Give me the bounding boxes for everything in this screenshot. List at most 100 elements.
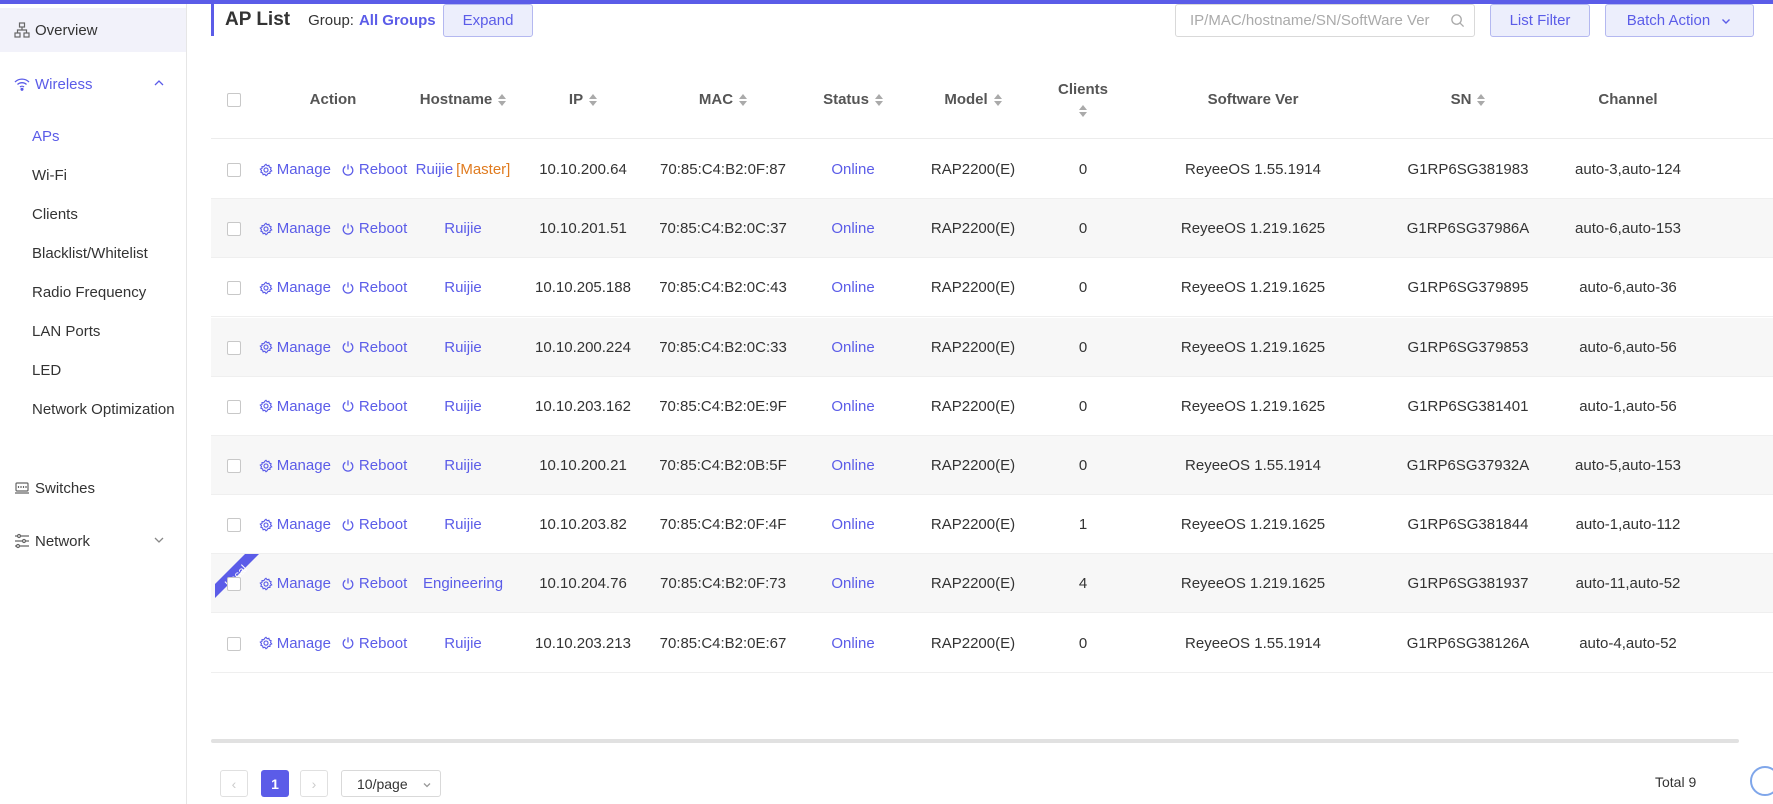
page-size-select[interactable]: 10/page [341,770,441,797]
column-ip[interactable]: IP [523,60,643,139]
column-clients[interactable]: Clients [1043,60,1123,139]
reboot-link[interactable]: Reboot [341,279,407,296]
reboot-link[interactable]: Reboot [341,635,407,652]
gear-icon [259,459,277,473]
table-row: Manage Reboot Ruijie 10.10.203.213 70:85:C4:… [211,614,1773,673]
status-cell: Online [831,516,875,534]
power-icon [341,281,359,295]
expand-button[interactable]: Expand [443,4,533,37]
mac-cell: 70:85:C4:B2:0E:67 [659,634,787,652]
sidebar-item-aps[interactable]: APs [32,121,60,151]
reboot-link[interactable]: Reboot [341,516,407,533]
column-mac[interactable]: MAC [643,60,803,139]
reboot-link[interactable]: Reboot [341,220,407,237]
hostname-link[interactable]: Ruijie [444,635,482,652]
sidebar-item-overview[interactable]: Overview [0,8,186,52]
clients-cell: 0 [1078,397,1088,415]
column-model[interactable]: Model [903,60,1043,139]
manage-link[interactable]: Manage [259,161,331,178]
column-hostname[interactable]: Hostname [403,60,523,139]
reboot-link[interactable]: Reboot [341,339,407,356]
row-checkbox[interactable] [227,399,241,414]
manage-link[interactable]: Manage [259,220,331,237]
sidebar-item-label: Switches [35,479,96,497]
floating-help-button[interactable] [1750,766,1773,796]
clients-cell: 0 [1078,220,1088,238]
gear-icon [259,163,277,177]
row-checkbox[interactable] [227,222,241,237]
hostname-link[interactable]: Ruijie [444,279,482,296]
sidebar-item-blacklist-whitelist[interactable]: Blacklist/Whitelist [32,238,148,268]
manage-link[interactable]: Manage [259,575,331,592]
row-checkbox[interactable] [227,163,241,177]
column-status[interactable]: Status [803,60,903,139]
sn-cell: G1RP6SG37932A [1406,457,1530,474]
hostname-link[interactable]: Ruijie [444,516,482,533]
reboot-link[interactable]: Reboot [341,161,407,178]
search-icon[interactable] [1450,13,1465,28]
clients-cell: 0 [1078,161,1088,178]
horizontal-scrollbar[interactable] [211,739,1739,743]
reboot-link[interactable]: Reboot [341,575,407,592]
row-checkbox[interactable] [227,636,241,651]
sidebar-item-lan-ports[interactable]: LAN Ports [32,316,100,346]
manage-link[interactable]: Manage [259,457,331,474]
row-checkbox[interactable] [227,459,241,473]
row-actions: Manage Reboot [259,140,407,199]
mac-cell: 70:85:C4:B2:0C:33 [659,338,787,356]
page-1-button[interactable]: 1 [261,770,289,797]
channel-cell: auto-6,auto-36 [1579,279,1677,297]
clients-cell: 0 [1078,279,1088,297]
sidebar-item-radio-frequency[interactable]: Radio Frequency [32,277,146,307]
sidebar-item-network[interactable]: Network [0,519,186,563]
column-sn[interactable]: SN [1383,60,1553,139]
row-checkbox[interactable] [227,281,241,296]
sidebar-item-led[interactable]: LED [32,355,61,385]
status-cell: Online [831,397,875,415]
hostname-link[interactable]: Engineering [423,575,503,592]
row-checkbox[interactable] [227,340,241,355]
power-icon [341,518,359,532]
sidebar-item-wireless[interactable]: Wireless [0,62,186,106]
hostname-cell: Ruijie [403,258,523,317]
row-checkbox[interactable] [227,577,241,592]
prev-page-button[interactable]: ‹ [220,770,248,797]
hostname-link[interactable]: Ruijie [444,457,482,474]
manage-link[interactable]: Manage [259,635,331,652]
sidebar-item-switches[interactable]: Switches [0,466,186,510]
table-row: Manage Reboot Ruijie [Master] 10.10.200.64 70… [211,140,1773,199]
row-actions: Manage Reboot [259,554,407,613]
batch-action-button[interactable]: Batch Action [1605,4,1754,37]
hostname-link[interactable]: Ruijie [444,220,482,237]
channel-cell: auto-1,auto-56 [1579,397,1677,415]
master-tag: [Master] [456,161,511,178]
clients-cell: 0 [1078,634,1088,652]
hostname-link[interactable]: Ruijie [416,161,454,178]
manage-link[interactable]: Manage [259,339,331,356]
manage-link[interactable]: Manage [259,398,331,415]
software-ver-cell: ReyeeOS 1.219.1625 [1180,575,1326,593]
batch-action-label: Batch Action [1626,12,1711,29]
sidebar-item-network-optimization[interactable]: Network Optimization [32,394,175,424]
status-cell: Online [831,279,875,297]
select-all-checkbox[interactable] [227,93,241,107]
list-filter-button[interactable]: List Filter [1490,4,1590,37]
hostname-link[interactable]: Ruijie [444,339,482,356]
manage-link[interactable]: Manage [259,279,331,296]
search-input[interactable] [1190,12,1444,29]
mac-cell: 70:85:C4:B2:0C:37 [659,220,787,238]
sidebar-item-wifi[interactable]: Wi-Fi [32,160,67,190]
hostname-link[interactable]: Ruijie [444,398,482,415]
row-checkbox[interactable] [227,518,241,533]
sidebar-item-clients[interactable]: Clients [32,199,78,229]
group-selector[interactable]: All Groups [359,12,436,29]
reboot-link[interactable]: Reboot [341,457,407,474]
topology-icon [13,21,31,39]
reboot-link[interactable]: Reboot [341,398,407,415]
sort-icon [739,93,748,107]
manage-link[interactable]: Manage [259,516,331,533]
table-row: Manage Reboot Ruijie 10.10.200.224 70:85:C4:… [211,317,1773,377]
table-header: Action Hostname IP MAC Status Model Clie… [211,60,1773,139]
next-page-button[interactable]: › [300,770,328,797]
wifi-icon [13,75,31,93]
